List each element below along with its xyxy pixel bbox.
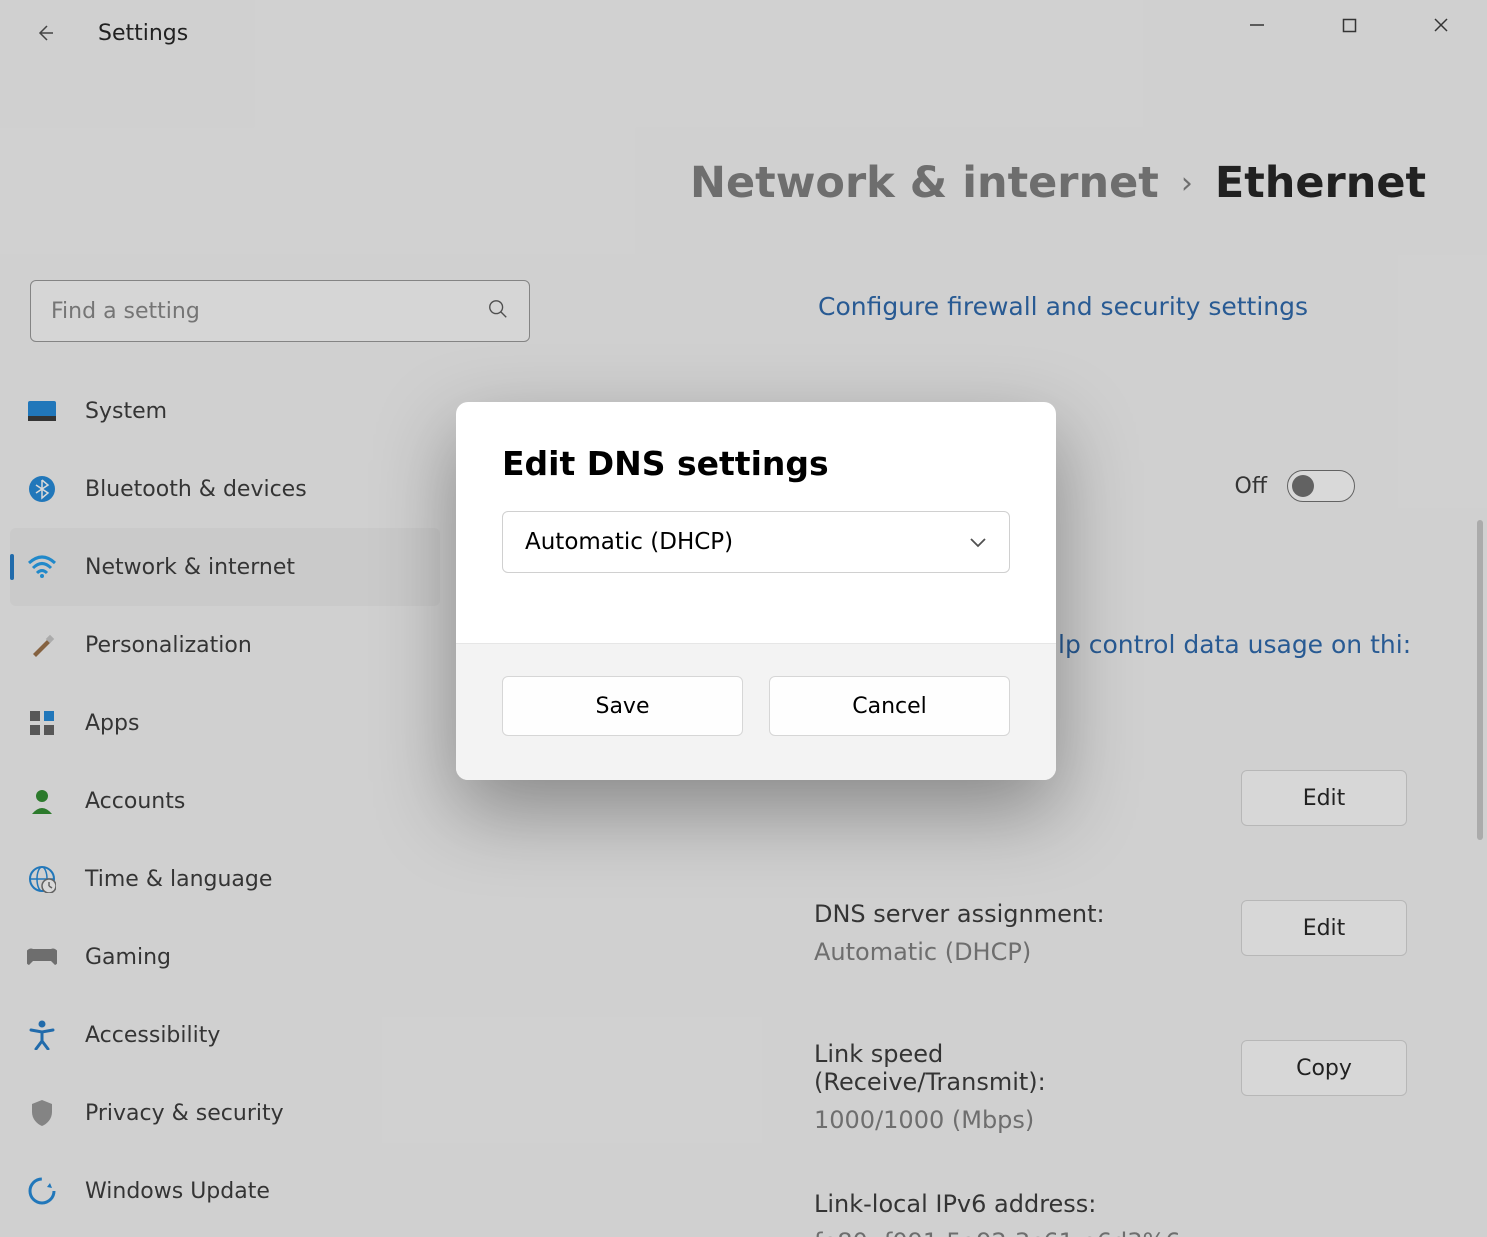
- link-speed-label: Link speed (Receive/Transmit):: [814, 1040, 1074, 1096]
- sidebar-item-label: System: [85, 399, 167, 424]
- cancel-button[interactable]: Cancel: [769, 676, 1010, 736]
- sidebar-item-system[interactable]: System: [10, 372, 440, 450]
- sidebar-item-apps[interactable]: Apps: [10, 684, 440, 762]
- sidebar-item-bluetooth[interactable]: Bluetooth & devices: [10, 450, 440, 528]
- sidebar-item-label: Privacy & security: [85, 1101, 284, 1126]
- gaming-icon: [25, 940, 59, 974]
- close-icon: [1433, 17, 1449, 33]
- toggle-knob: [1292, 475, 1314, 497]
- sidebar-item-label: Personalization: [85, 633, 252, 658]
- chevron-right-icon: ›: [1181, 166, 1193, 201]
- minimize-button[interactable]: [1211, 0, 1303, 50]
- scrollbar[interactable]: [1477, 520, 1483, 840]
- save-button[interactable]: Save: [502, 676, 743, 736]
- dns-mode-value: Automatic (DHCP): [525, 529, 733, 555]
- sidebar-item-network[interactable]: Network & internet: [10, 528, 440, 606]
- sidebar-item-label: Gaming: [85, 945, 171, 970]
- ipv6-label: Link-local IPv6 address:: [814, 1190, 1407, 1218]
- edit-dns-dialog: Edit DNS settings Automatic (DHCP) Save …: [456, 402, 1056, 780]
- update-icon: [25, 1174, 59, 1208]
- dialog-title: Edit DNS settings: [502, 444, 1010, 483]
- sidebar-item-accounts[interactable]: Accounts: [10, 762, 440, 840]
- search-icon: [487, 298, 509, 324]
- edit-dns-button[interactable]: Edit: [1241, 900, 1407, 956]
- chevron-down-icon: [969, 529, 987, 555]
- arrow-left-icon: [33, 21, 57, 45]
- toggle-state-label: Off: [1235, 474, 1267, 499]
- breadcrumb: Network & internet › Ethernet: [690, 158, 1426, 208]
- toggle-switch[interactable]: [1287, 470, 1355, 502]
- sidebar-item-accessibility[interactable]: Accessibility: [10, 996, 440, 1074]
- system-icon: [25, 394, 59, 428]
- globe-clock-icon: [25, 862, 59, 896]
- link-speed-row: Link speed (Receive/Transmit): 1000/1000…: [814, 1040, 1407, 1134]
- sidebar-item-label: Accessibility: [85, 1023, 220, 1048]
- link-speed-value: 1000/1000 (Mbps): [814, 1106, 1074, 1134]
- close-button[interactable]: [1395, 0, 1487, 50]
- bluetooth-icon: [25, 472, 59, 506]
- data-usage-hint[interactable]: lp control data usage on thi:: [1058, 630, 1411, 659]
- sidebar-item-label: Apps: [85, 711, 139, 736]
- apps-icon: [25, 706, 59, 740]
- maximize-icon: [1342, 18, 1357, 33]
- accessibility-icon: [25, 1018, 59, 1052]
- sidebar-item-time-language[interactable]: Time & language: [10, 840, 440, 918]
- sidebar-item-label: Time & language: [85, 867, 272, 892]
- wifi-icon: [25, 550, 59, 584]
- ipv6-row: Link-local IPv6 address: fe80::f091:5a92…: [814, 1190, 1407, 1237]
- ipv6-value: fe80::f091:5a92:3c61:e6d3%6: [814, 1228, 1407, 1237]
- brush-icon: [25, 628, 59, 662]
- dns-assignment-row: DNS server assignment: Automatic (DHCP) …: [814, 900, 1407, 966]
- copy-button[interactable]: Copy: [1241, 1040, 1407, 1096]
- account-icon: [25, 784, 59, 818]
- sidebar-item-privacy[interactable]: Privacy & security: [10, 1074, 440, 1152]
- dns-mode-select[interactable]: Automatic (DHCP): [502, 511, 1010, 573]
- search-box[interactable]: [30, 280, 530, 342]
- breadcrumb-current: Ethernet: [1215, 158, 1426, 208]
- sidebar-item-label: Network & internet: [85, 555, 295, 580]
- titlebar: Settings: [0, 0, 1487, 66]
- dns-value: Automatic (DHCP): [814, 938, 1201, 966]
- firewall-link[interactable]: Configure firewall and security settings: [818, 292, 1308, 321]
- sidebar-nav: System Bluetooth & devices Network & int…: [10, 372, 440, 1230]
- shield-icon: [25, 1096, 59, 1130]
- breadcrumb-parent[interactable]: Network & internet: [690, 158, 1159, 208]
- sidebar-item-label: Bluetooth & devices: [85, 477, 307, 502]
- sidebar-item-update[interactable]: Windows Update: [10, 1152, 440, 1230]
- dns-label: DNS server assignment:: [814, 900, 1201, 928]
- app-title: Settings: [98, 21, 188, 46]
- back-button[interactable]: [20, 8, 70, 58]
- minimize-icon: [1249, 17, 1265, 33]
- maximize-button[interactable]: [1303, 0, 1395, 50]
- sidebar-item-label: Windows Update: [85, 1179, 270, 1204]
- sidebar-item-label: Accounts: [85, 789, 185, 814]
- search-input[interactable]: [51, 299, 487, 324]
- sidebar-item-gaming[interactable]: Gaming: [10, 918, 440, 996]
- window-controls: [1211, 0, 1487, 50]
- edit-ip-button[interactable]: Edit: [1241, 770, 1407, 826]
- sidebar-item-personalization[interactable]: Personalization: [10, 606, 440, 684]
